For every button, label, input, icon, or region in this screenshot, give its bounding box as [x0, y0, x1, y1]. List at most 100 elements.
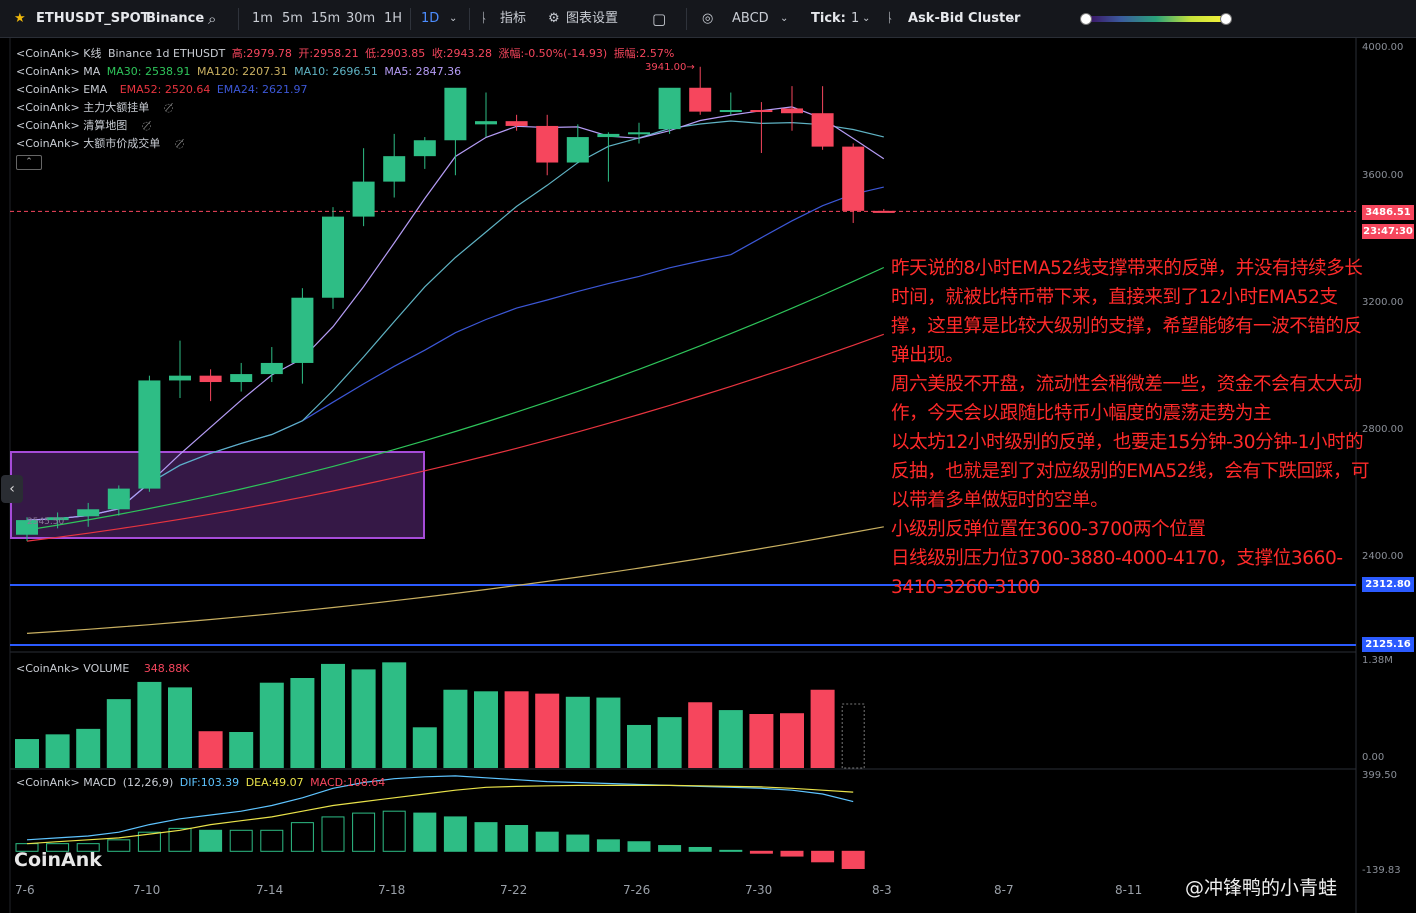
volume-bar: [412, 727, 437, 768]
candle-body: [77, 509, 100, 517]
annotation-paragraph: 日线级别压力位3700-3880-4000-4170，支撑位3660-3410-…: [891, 548, 1343, 598]
slider-handle-right[interactable]: [1220, 13, 1232, 25]
candle-body: [138, 380, 161, 489]
volume-legend-value: 348.88K: [143, 662, 190, 675]
macd-histogram-bar: [535, 831, 559, 852]
macd-dif-value: DIF:103.39: [179, 776, 240, 789]
macd-histogram-bar: [566, 834, 590, 852]
indicators-button[interactable]: 指标: [500, 0, 526, 38]
macd-legend: <CoinAnk> MACD (12,26,9) DIF:103.39 DEA:…: [16, 775, 388, 791]
liq-legend[interactable]: <CoinAnk> 清算地图 ◌̸: [16, 118, 154, 134]
favorite-star-icon[interactable]: ★: [14, 0, 26, 38]
settings-icon[interactable]: ⚙: [548, 0, 560, 38]
ema52-value: EMA52: 2520.64: [119, 83, 211, 96]
volume-bar: [290, 678, 315, 768]
candle-body: [475, 121, 497, 125]
volume-bar: [657, 717, 682, 768]
volume-bar: [137, 681, 162, 768]
eye-off-icon[interactable]: ◌̸: [142, 119, 152, 132]
eye-off-icon[interactable]: ◌̸: [164, 101, 174, 114]
heatmap-color-slider[interactable]: [1086, 16, 1226, 22]
interval-1d[interactable]: 1D: [421, 0, 439, 38]
collapse-legend-button[interactable]: ⌃: [16, 155, 42, 170]
macd-histogram-bar: [413, 812, 437, 852]
volume-bar: [106, 699, 131, 768]
symbol-label[interactable]: ETHUSDT_SPOT: [36, 0, 150, 38]
interval-dropdown-icon[interactable]: ⌄: [449, 0, 457, 38]
x-tick: 8-3: [872, 883, 892, 897]
interval-30m[interactable]: 30m: [346, 0, 375, 38]
volume-bar: [841, 703, 865, 769]
candle-body: [719, 110, 742, 113]
x-tick: 7-18: [378, 883, 406, 897]
candle-body: [536, 125, 559, 163]
volume-bar: [76, 728, 101, 768]
interval-1m[interactable]: 1m: [252, 0, 273, 38]
eye-off-icon[interactable]: ◌̸: [175, 137, 185, 150]
orders-legend[interactable]: <CoinAnk> 主力大额挂单 ◌̸: [16, 100, 176, 116]
x-tick: 8-7: [994, 883, 1014, 897]
liq-legend-label: <CoinAnk> 清算地图: [16, 119, 128, 132]
macd-histogram-bar: [749, 850, 773, 854]
drawing-icon[interactable]: ◎: [702, 0, 713, 38]
tick-value[interactable]: 1: [851, 0, 859, 38]
volume-bar: [565, 696, 590, 768]
macd-dea-value: DEA:49.07: [245, 776, 304, 789]
candle-body: [322, 216, 344, 298]
ma-legend: <CoinAnk> MA MA30: 2538.91 MA120: 2207.3…: [16, 64, 464, 80]
volume-bar: [688, 702, 713, 768]
cluster-button[interactable]: Ask-Bid Cluster: [908, 0, 1020, 38]
kline-legend-close: 收:2943.28: [431, 47, 493, 60]
macd-legend-params: (12,26,9): [122, 776, 174, 789]
volume-legend: <CoinAnk> VOLUME 348.88K: [16, 661, 193, 677]
macd-histogram-bar: [260, 829, 284, 852]
candle-body: [291, 297, 314, 363]
trades-legend[interactable]: <CoinAnk> 大额市价成交单 ◌̸: [16, 136, 187, 152]
annotation-text: 昨天说的8小时EMA52线支撑带来的反弹，并没有持续多长时间，就被比特币带下来，…: [891, 254, 1371, 602]
chart-settings-button[interactable]: 图表设置: [566, 0, 618, 38]
cluster-icon[interactable]: ᚿ: [886, 0, 894, 38]
exchange-label[interactable]: Binance: [146, 0, 204, 38]
tick-dropdown-icon[interactable]: ⌄: [862, 0, 870, 38]
indicators-icon[interactable]: ᚿ: [480, 0, 488, 38]
countdown-tag: 23:47:30: [1362, 224, 1414, 239]
screenshot-icon[interactable]: ▢: [652, 0, 666, 38]
macd-histogram-bar: [688, 846, 712, 852]
cluster-dropdown-icon[interactable]: ⌄: [1008, 0, 1016, 38]
macd-histogram-bar: [719, 849, 743, 852]
volume-bar: [627, 724, 651, 768]
x-tick: 7-10: [133, 883, 161, 897]
chevron-left-icon[interactable]: ‹: [1, 475, 23, 503]
drawing-dropdown-icon[interactable]: ⌄: [780, 0, 788, 38]
macd-axis-bottom: -139.83: [1362, 865, 1401, 876]
macd-axis-top: 399.50: [1362, 770, 1397, 781]
candle-body: [872, 210, 895, 213]
candle-body: [169, 375, 191, 381]
volume-bar: [443, 689, 468, 768]
search-icon[interactable]: ⌕: [208, 0, 216, 38]
coinank-logo: CoinAnk: [14, 849, 102, 871]
ma-legend-prefix: <CoinAnk> MA: [16, 65, 101, 78]
candle-body: [811, 113, 834, 147]
hline-price-tag-2: 2125.16: [1362, 637, 1414, 652]
interval-15m[interactable]: 15m: [311, 0, 340, 38]
candle-body: [383, 156, 406, 182]
candle-body: [413, 140, 436, 157]
kline-legend-open: 开:2958.21: [298, 47, 359, 60]
candle-body: [597, 133, 620, 138]
volume-bar: [474, 691, 498, 768]
kline-legend-low: 低:2903.85: [365, 47, 426, 60]
macd-dea-line: [26, 784, 854, 845]
interval-1h[interactable]: 1H: [384, 0, 402, 38]
volume-axis-top: 1.38M: [1362, 655, 1393, 666]
price-tick-4000: 4000.00: [1362, 42, 1404, 53]
macd-histogram-bar: [290, 822, 314, 852]
kline-legend-amplitude: 振幅:2.57%: [613, 47, 675, 60]
slider-handle-left[interactable]: [1080, 13, 1092, 25]
volume-bar: [596, 697, 621, 768]
interval-5m[interactable]: 5m: [282, 0, 303, 38]
annotation-paragraph: 以太坊12小时级别的反弹，也要走15分钟-30分钟-1小时的反抽，也就是到了对应…: [891, 432, 1370, 511]
annotation-paragraph: 小级别反弹位置在3600-3700两个位置: [891, 519, 1206, 540]
macd-histogram-bar: [505, 825, 529, 852]
drawing-button[interactable]: ABCD: [732, 0, 769, 38]
